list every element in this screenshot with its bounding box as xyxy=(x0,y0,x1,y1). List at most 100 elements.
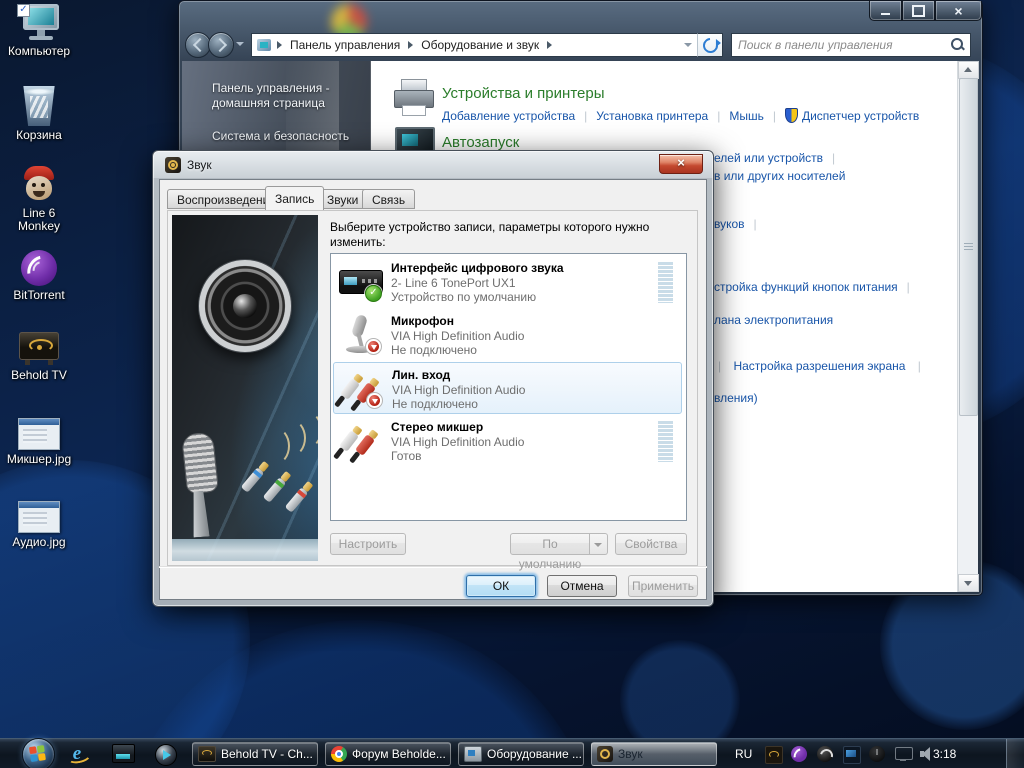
desktop-icon-recycle-bin[interactable]: Корзина xyxy=(0,86,78,142)
recent-pages-dropdown-icon[interactable] xyxy=(236,42,244,46)
microphone-icon xyxy=(338,315,384,355)
recording-devices-list: ✓ Интерфейс цифрового звука 2- Line 6 To… xyxy=(330,253,687,521)
taskbar-task-forum[interactable]: Форум Beholde... xyxy=(325,742,451,766)
device-row-digital-interface[interactable]: ✓ Интерфейс цифрового звука 2- Line 6 To… xyxy=(333,256,682,308)
app-tray-icon[interactable] xyxy=(817,746,833,762)
start-button[interactable] xyxy=(22,738,55,768)
internet-explorer-icon[interactable]: e xyxy=(66,744,88,764)
desktop-icon-line6-monkey[interactable]: Line 6 Monkey xyxy=(0,166,78,233)
properties-button[interactable]: Свойства xyxy=(615,533,687,555)
device-row-stereo-mixer[interactable]: Стерео микшер VIA High Definition Audio … xyxy=(333,415,682,467)
desktop-icon-computer[interactable]: ✓ Компьютер xyxy=(0,4,78,58)
sidebar-item-system-security[interactable]: Система и безопасность xyxy=(212,129,362,144)
breadcrumb[interactable]: Панель управления Оборудование и звук xyxy=(251,33,699,57)
taskbar-task-behold-tv[interactable]: Behold TV - Ch... xyxy=(192,742,318,766)
monkey-icon xyxy=(21,166,57,204)
stereo-mixer-icon xyxy=(338,421,384,461)
language-indicator[interactable]: RU xyxy=(735,747,752,761)
partial-link[interactable]: вуков| xyxy=(714,217,766,231)
forward-button[interactable] xyxy=(208,32,234,58)
breadcrumb-item-hardware-sound[interactable]: Оборудование и звук xyxy=(415,38,545,52)
display-tray-icon[interactable] xyxy=(843,746,861,764)
speaker-art-icon xyxy=(198,259,292,353)
link-device-manager[interactable]: Диспетчер устройств xyxy=(802,109,919,123)
search-icon xyxy=(951,38,963,50)
tab-communications[interactable]: Связь xyxy=(362,189,415,209)
breadcrumb-item-root[interactable]: Панель управления xyxy=(284,38,406,52)
media-player-icon[interactable] xyxy=(155,744,177,766)
partial-link[interactable]: | Настройка разрешения экрана | xyxy=(709,359,930,373)
partial-link[interactable]: стройка функций кнопок питания| xyxy=(714,280,919,294)
desktop-icon-mixer-jpg[interactable]: Микшер.jpg xyxy=(0,418,78,466)
dialog-close-button[interactable]: × xyxy=(659,154,703,174)
tab-sounds[interactable]: Звуки xyxy=(317,189,368,209)
desktop-icon-behold-tv[interactable]: Behold TV xyxy=(0,332,78,382)
device-status: Устройство по умолчанию xyxy=(391,290,536,304)
partial-link[interactable]: елей или устройств| xyxy=(714,151,844,165)
desktop-icon-audio-jpg[interactable]: Аудио.jpg xyxy=(0,501,78,549)
configure-button[interactable]: Настроить xyxy=(330,533,406,555)
dialog-titlebar[interactable]: Звук xyxy=(153,151,713,179)
section-autoplay[interactable]: Автозапуск xyxy=(442,134,519,151)
partial-link[interactable]: в или других носителей xyxy=(714,169,845,183)
device-row-microphone[interactable]: Микрофон VIA High Definition Audio Не по… xyxy=(333,309,682,361)
image-file-icon xyxy=(18,501,60,533)
taskbar-task-hardware[interactable]: Оборудование ... xyxy=(458,742,584,766)
icon-label: Микшер.jpg xyxy=(7,453,71,466)
devices-printers-icon xyxy=(392,79,434,117)
icon-label: Behold TV xyxy=(11,369,67,382)
apply-button[interactable]: Применить xyxy=(628,575,698,597)
ok-button[interactable]: ОК xyxy=(466,575,536,597)
scroll-up-button[interactable] xyxy=(958,61,979,79)
search-input[interactable] xyxy=(736,35,940,55)
cancel-button[interactable]: Отмена xyxy=(547,575,617,597)
sidebar-item-home[interactable]: Панель управления - домашняя страница xyxy=(212,81,362,111)
close-button[interactable]: × xyxy=(935,1,982,21)
desktop-icon-bittorrent[interactable]: BitTorrent xyxy=(0,250,78,302)
control-panel-icon xyxy=(257,39,271,51)
clock-gauge-tray-icon[interactable] xyxy=(869,746,885,762)
address-dropdown-icon[interactable] xyxy=(684,43,692,47)
separator: | xyxy=(584,109,587,123)
image-file-icon xyxy=(18,418,60,450)
icon-label: Корзина xyxy=(16,129,62,142)
partial-link[interactable]: лана электропитания xyxy=(714,313,833,327)
icon-label: Аудио.jpg xyxy=(12,536,65,549)
device-description: VIA High Definition Audio xyxy=(391,329,524,343)
scrollbar-thumb[interactable] xyxy=(959,78,978,416)
set-default-dropdown-icon[interactable] xyxy=(590,533,608,555)
refresh-button[interactable] xyxy=(697,33,723,57)
link-add-printer[interactable]: Установка принтера xyxy=(596,109,708,123)
default-device-badge-icon: ✓ xyxy=(365,285,382,302)
tab-recording[interactable]: Запись xyxy=(265,186,324,210)
icon-label: Line 6 Monkey xyxy=(11,207,67,233)
taskbar-clock[interactable]: 3:18 xyxy=(933,747,956,761)
link-add-device[interactable]: Добавление устройства xyxy=(442,109,575,123)
sound-dialog-icon xyxy=(165,157,181,173)
bittorrent-tray-icon[interactable] xyxy=(791,746,807,762)
recycle-bin-icon xyxy=(22,86,56,126)
sound-artwork xyxy=(172,215,318,561)
level-meter xyxy=(658,262,673,303)
device-status: Готов xyxy=(391,449,422,463)
taskbar: e Behold TV - Ch... Форум Beholde... Обо… xyxy=(0,738,1024,768)
taskbar-task-sound[interactable]: Звук xyxy=(591,742,717,766)
device-name: Лин. вход xyxy=(392,368,450,382)
link-mouse[interactable]: Мышь xyxy=(729,109,764,123)
breadcrumb-arrow-icon xyxy=(277,41,282,49)
set-default-button[interactable]: По умолчанию xyxy=(510,533,590,555)
behold-tv-tray-icon[interactable] xyxy=(765,746,783,764)
maximize-button[interactable] xyxy=(902,1,935,21)
partial-link[interactable]: вления) xyxy=(714,391,758,405)
sound-dialog: Звук × Воспроизведение Запись Звуки Связ… xyxy=(152,150,714,607)
minimize-button[interactable] xyxy=(869,1,902,21)
scroll-down-button[interactable] xyxy=(958,574,979,592)
network-monitor-tray-icon[interactable] xyxy=(895,747,913,760)
device-status: Не подключено xyxy=(392,397,478,411)
show-desktop-button[interactable] xyxy=(1006,739,1024,768)
windows-explorer-icon[interactable] xyxy=(112,744,135,763)
device-description: VIA High Definition Audio xyxy=(392,383,525,397)
section-devices-printers[interactable]: Устройства и принтеры xyxy=(442,85,604,102)
device-icon xyxy=(464,746,482,762)
device-row-line-in[interactable]: Лин. вход VIA High Definition Audio Не п… xyxy=(333,362,682,414)
